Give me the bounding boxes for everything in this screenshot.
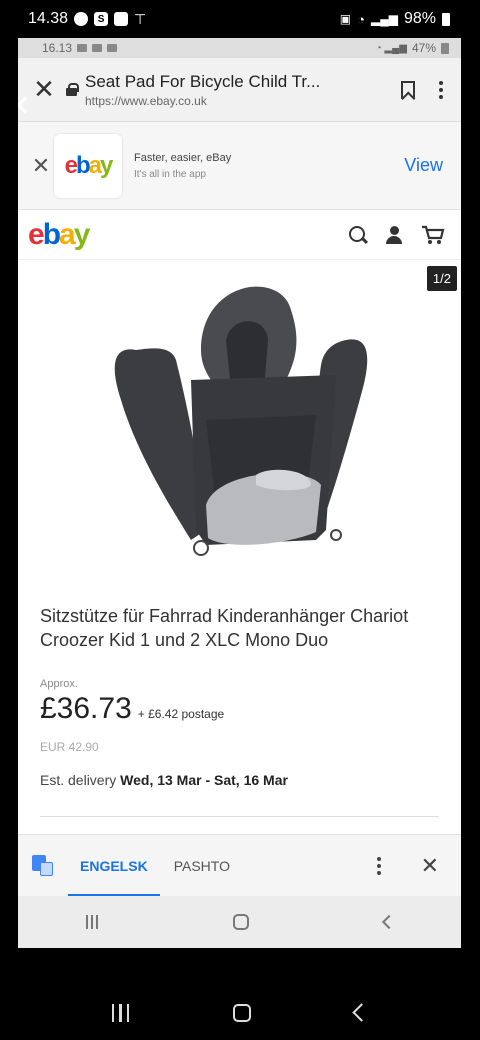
translate-icon [32,854,54,877]
eur-price: EUR 42.90 [40,740,99,754]
product-price: £36.73 [40,692,132,725]
inner-back-icon[interactable] [381,914,396,930]
back-icon[interactable] [352,1003,371,1022]
inner-nav-bar [18,896,461,948]
translate-tab-pashto[interactable]: PASHTO [174,835,230,897]
banner-line1: Faster, easier, eBay [134,151,232,164]
inner-status-time: 16.13 [42,41,73,55]
inner-recents-icon[interactable] [85,915,98,929]
postage-cost: + £6.42 postage [137,707,225,721]
s-app-icon: S [94,12,109,26]
ebay-header: ebay [18,210,461,260]
seat-pad-image [114,286,368,556]
image-notif-icon [77,44,88,52]
banner-close-icon[interactable]: ✕ [28,153,54,179]
youtube-notif-icon [92,44,103,52]
ebay-logo[interactable]: ebay [28,218,90,252]
browser-toolbar: ✕ ✕ Seat Pad For Bicycle Child Tr... htt… [18,58,461,122]
outer-status-time: 14.38 [28,10,69,27]
wifi-icon: ◔ [357,11,365,27]
gallery-counter: 1/2 [426,266,457,291]
banner-text: Faster, easier, eBay It's all in the app [134,152,404,180]
product-title: Sitzstütze für Fahrrad Kinderanhänger Ch… [40,606,409,650]
messenger-icon [74,12,89,26]
browser-page-title: Seat Pad For Bicycle Child Tr... [85,71,321,91]
antenna-icon: ⊤ [134,10,147,27]
battery-icon [442,12,450,26]
app-install-banner: ✕ ebay Faster, easier, eBay It's all in … [18,122,461,210]
translate-tab-engelsk[interactable]: ENGELSK [68,835,160,897]
delivery-dates: Wed, 13 Mar - Sat, 16 Mar [120,772,288,788]
close-overlay-icon[interactable]: ✕ [18,92,36,122]
translate-menu-icon[interactable] [376,856,381,875]
inner-battery-icon [441,42,449,54]
banner-line2: It's all in the app [134,168,206,180]
outer-battery-percent: 98% [403,10,436,27]
delivery-estimate: Est. delivery Wed, 13 Mar - Sat, 16 Mar [40,772,439,788]
signal-icon: ▂▄▆ [371,12,398,26]
lock-status-icon: ▣ [339,12,352,26]
approx-label: Approx. [40,678,78,690]
user-icon[interactable] [385,225,403,244]
search-icon[interactable] [349,225,367,244]
home-icon[interactable] [233,1003,252,1022]
product-info: Sitzstütze für Fahrrad Kinderanhänger Ch… [18,604,461,788]
recents-icon[interactable] [111,1003,130,1022]
divider [40,816,439,817]
browser-menu-icon[interactable] [431,80,451,99]
outer-nav-bar [0,985,480,1040]
bookmark-icon[interactable] [401,80,415,99]
translate-bar: ENGELSK PASHTO ✕ [18,834,461,897]
gallery-icon [114,12,129,26]
inner-home-icon[interactable] [232,914,249,930]
ebay-app-logo: ebay [54,133,122,198]
inner-status-bar: 16.13 ◔ ▂▄▆ 47% [18,38,461,58]
delivery-label: Est. delivery [40,772,117,788]
lock-icon [66,83,79,96]
inner-battery-percent: 47% [411,41,436,55]
browser-url: https://www.ebay.co.uk [85,93,207,108]
product-gallery[interactable]: 1/2 [18,260,461,590]
banner-view-button[interactable]: View [404,155,451,176]
cart-icon[interactable] [421,225,445,245]
facebook-notif-icon [107,44,118,52]
inner-signal-icon: ◔ ▂▄▆ [375,42,407,54]
outer-status-bar: 14.38 S ⊤ ▣ ◔ ▂▄▆ 98% [0,0,480,38]
embedded-screenshot: 16.13 ◔ ▂▄▆ 47% ✕ ✕ Seat Pad For Bicycle… [18,38,461,948]
browser-title-block[interactable]: Seat Pad For Bicycle Child Tr... https:/… [85,72,385,108]
translate-close-icon[interactable]: ✕ [421,853,439,879]
